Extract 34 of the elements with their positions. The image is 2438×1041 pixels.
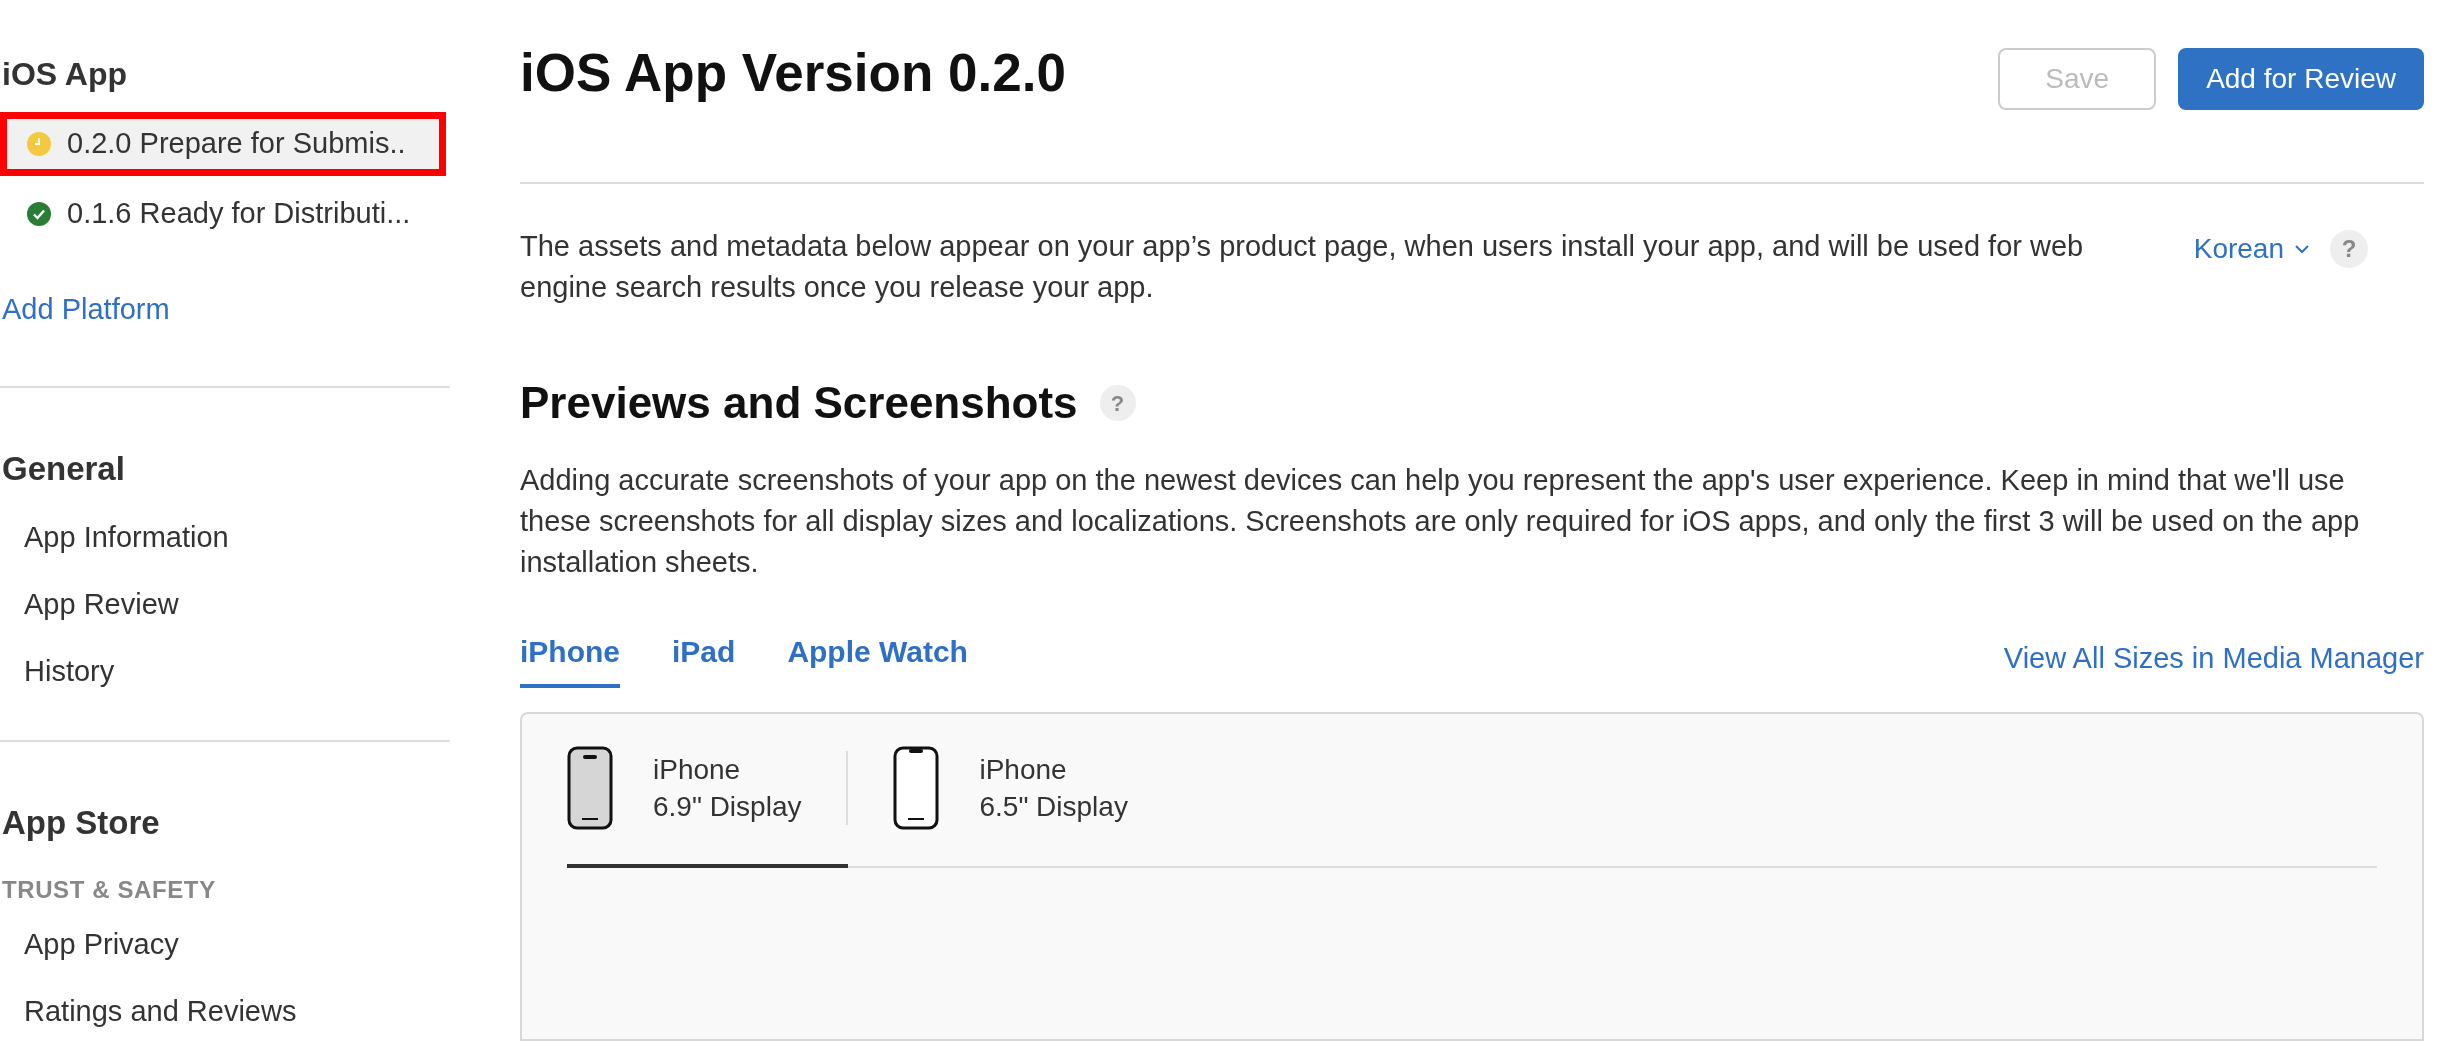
display-size-tab[interactable]: iPhone 6.5" Display <box>848 746 1173 868</box>
sidebar-item[interactable]: App Information <box>0 517 450 584</box>
add-for-review-button[interactable]: Add for Review <box>2178 48 2424 110</box>
sidebar-item[interactable]: App Privacy <box>0 923 450 991</box>
media-manager-link[interactable]: View All Sizes in Media Manager <box>2003 636 2424 688</box>
checkmark-icon <box>27 202 51 226</box>
device-name: iPhone <box>979 753 1068 787</box>
section-title: General <box>1 448 126 489</box>
device-tab[interactable]: iPad <box>672 629 736 688</box>
section-heading: Previews and Screenshots <box>520 377 1078 429</box>
description-text: Adding accurate screenshots of your app on the newest devices can help you represent the app's user experience. Keep in mind that we'll use these screenshots for all display sizes and localizations. Screenshots are only required for iOS apps, and only the first 3 will be used on the app installation sheets. <box>520 463 2361 580</box>
device-tab[interactable]: iPhone <box>520 629 620 688</box>
platform-title: iOS App <box>1 55 129 94</box>
sidebar-item[interactable]: Ratings and Reviews <box>0 990 450 1041</box>
add-platform-link[interactable]: Add Platform <box>0 288 170 332</box>
display-size: 6.9" Display <box>653 790 802 824</box>
clock-icon <box>27 132 51 156</box>
display-size-tab[interactable]: iPhone 6.9" Display <box>567 746 849 868</box>
sidebar-item[interactable]: App Review <box>0 584 450 651</box>
version-item[interactable]: 0.1.6 Ready for Distributi... <box>0 182 446 246</box>
sidebar-item[interactable]: History <box>0 651 450 718</box>
device-tab[interactable]: Apple Watch <box>787 629 968 688</box>
version-item[interactable]: 0.2.0 Prepare for Submis.. <box>0 112 446 176</box>
group-heading: TRUST & SAFETY <box>1 874 217 905</box>
device-name: iPhone <box>653 753 742 787</box>
language-dropdown[interactable]: Korean <box>2193 228 2310 270</box>
chevron-down-icon <box>2294 244 2310 254</box>
section-title: App Store <box>1 803 161 843</box>
display-size: 6.5" Display <box>979 790 1128 824</box>
intro-text: The assets and metadata below appear on your app’s product page, when users install your app, and will be used for web engine search results once you release your app. <box>520 229 2085 305</box>
phone-icon <box>567 746 613 830</box>
phone-icon <box>893 746 940 830</box>
help-button[interactable]: ? <box>1099 385 1136 421</box>
help-button[interactable]: ? <box>2330 230 2368 268</box>
